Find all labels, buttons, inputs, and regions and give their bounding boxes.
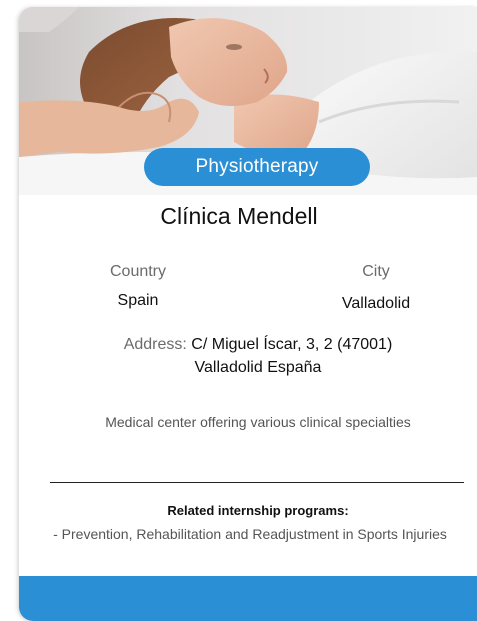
clinic-name: Clínica Mendell (160, 203, 318, 229)
address-value: C/ Miguel Íscar, 3, 2 (47001) (191, 336, 393, 353)
country-label: Country (109, 263, 167, 280)
city-value: Valladolid (341, 295, 411, 312)
address-line-2: Valladolid España (194, 359, 322, 376)
card-footer-bar[interactable] (19, 576, 477, 621)
divider (50, 482, 464, 483)
city-label: City (362, 263, 390, 280)
clinic-photo: Physiotherapy (19, 7, 477, 195)
address-label: Address: (123, 336, 187, 353)
related-programs-title: Related internship programs: (167, 503, 349, 518)
country-value: Spain (117, 292, 159, 309)
category-badge: Physiotherapy (144, 148, 370, 186)
clinic-description: Medical center offering various clinical… (105, 414, 411, 430)
address-line: Address: C/ Miguel Íscar, 3, 2 (47001) (0, 336, 477, 354)
related-program-link[interactable]: - Prevention, Rehabilitation and Readjus… (0, 526, 477, 542)
